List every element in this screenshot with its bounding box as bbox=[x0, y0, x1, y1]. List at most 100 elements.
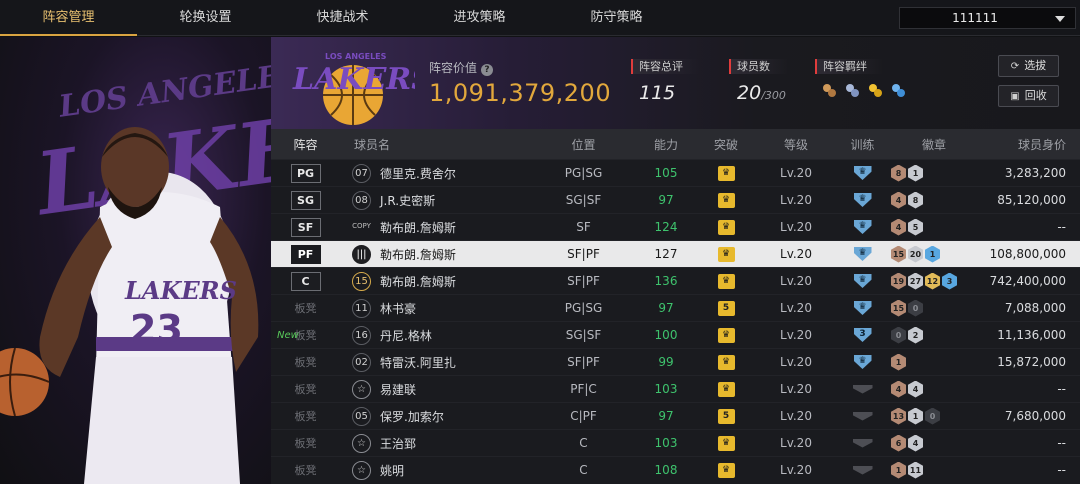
training-cell[interactable]: ♛ bbox=[836, 274, 889, 288]
bond-icon[interactable] bbox=[890, 82, 907, 99]
player-name-cell[interactable]: 07 德里克.费舍尔 bbox=[340, 163, 531, 183]
badges-cell[interactable]: 48 bbox=[889, 191, 979, 209]
slot-bench-label: 板凳 bbox=[294, 356, 317, 369]
col-ability[interactable]: 能力 bbox=[636, 136, 696, 153]
tab-quick-tactics[interactable]: 快捷战术 bbox=[274, 0, 411, 36]
player-name-cell[interactable]: ☆ 王治郅 bbox=[340, 433, 531, 453]
player-name: 保罗.加索尔 bbox=[380, 409, 444, 424]
tab-lineup-management[interactable]: 阵容管理 bbox=[0, 0, 137, 36]
table-row[interactable]: SF COPY 勒布朗.詹姆斯 SF 124 ♛ Lv.20 ♛ 45 -- bbox=[271, 213, 1080, 240]
slot-cell[interactable]: PG bbox=[271, 163, 340, 183]
player-name-cell[interactable]: 02 特雷沃.阿里扎 bbox=[340, 352, 531, 372]
player-name-cell[interactable]: ||| 勒布朗.詹姆斯 bbox=[340, 244, 531, 264]
table-row[interactable]: 板凳 ☆ 易建联 PF|C 103 ♛ Lv.20 44 -- bbox=[271, 375, 1080, 402]
training-cell[interactable]: ♛ bbox=[836, 166, 889, 180]
col-player-value[interactable]: 球员身价 bbox=[979, 136, 1080, 153]
table-row[interactable]: SG 08 J.R.史密斯 SG|SF 97 ♛ Lv.20 ♛ 48 85,1… bbox=[271, 186, 1080, 213]
player-count-value: 20/300 bbox=[729, 82, 789, 104]
badges-cell[interactable]: 15 20 1 bbox=[889, 245, 979, 263]
training-shield-icon: ♛ bbox=[853, 166, 872, 180]
training-cell[interactable] bbox=[836, 411, 889, 421]
account-selector-dropdown[interactable]: 111111 bbox=[899, 7, 1076, 29]
slot-cell[interactable]: 板凳 bbox=[271, 408, 340, 424]
player-name-cell[interactable]: ☆ 易建联 bbox=[340, 379, 531, 399]
jersey-number-badge: ☆ bbox=[352, 460, 371, 480]
jersey-number-badge: 11 bbox=[352, 298, 371, 318]
col-badges[interactable]: 徽章 bbox=[889, 136, 979, 153]
player-name-cell[interactable]: 08 J.R.史密斯 bbox=[340, 190, 531, 210]
badges-cell[interactable]: 13 1 0 bbox=[889, 407, 979, 425]
col-position[interactable]: 位置 bbox=[531, 136, 636, 153]
table-row[interactable]: 板凳 11 林书豪 PG|SG 97 5 Lv.20 ♛ 15 0 7,088,0… bbox=[271, 294, 1080, 321]
badges-cell[interactable]: 02 bbox=[889, 326, 979, 344]
col-level[interactable]: 等级 bbox=[756, 136, 836, 153]
player-position: PG|SG bbox=[564, 166, 603, 180]
slot-cell[interactable]: SF bbox=[271, 217, 340, 237]
table-row[interactable]: PF ||| 勒布朗.詹姆斯 SF|PF 127 ♛ Lv.20 ♛ 15 20 1… bbox=[271, 240, 1080, 267]
badges-cell[interactable]: 15 0 bbox=[889, 299, 979, 317]
slot-position-box: PG bbox=[290, 163, 321, 183]
player-name: 易建联 bbox=[380, 382, 417, 397]
training-cell[interactable]: ♛ bbox=[836, 193, 889, 207]
col-player-name[interactable]: 球员名 bbox=[340, 136, 531, 153]
training-cell[interactable]: ♛ bbox=[836, 247, 889, 261]
player-name-cell[interactable]: 16 丹尼.格林 bbox=[340, 325, 531, 345]
training-cell[interactable] bbox=[836, 465, 889, 475]
slot-cell[interactable]: C bbox=[271, 271, 340, 291]
player-ability: 136 bbox=[654, 274, 678, 288]
training-cell[interactable]: ♛ bbox=[836, 355, 889, 369]
table-row[interactable]: C 15 勒布朗.詹姆斯 SF|PF 136 ♛ Lv.20 ♛ 19 27 12 3… bbox=[271, 267, 1080, 294]
badges-cell[interactable]: 81 bbox=[889, 164, 979, 182]
slot-cell[interactable]: 板凳 bbox=[271, 300, 340, 316]
table-row[interactable]: 板凳 ☆ 姚明 C 108 ♛ Lv.20 1 11 -- bbox=[271, 456, 1080, 483]
training-cell[interactable]: 3 bbox=[836, 328, 889, 342]
breakthrough-cell: ♛ bbox=[696, 327, 756, 343]
slot-cell[interactable]: 板凳 bbox=[271, 462, 340, 478]
training-cell[interactable] bbox=[836, 438, 889, 448]
player-count-label: 球员数 bbox=[729, 59, 789, 74]
player-position: SG|SF bbox=[565, 328, 602, 342]
player-level: Lv.20 bbox=[780, 463, 812, 477]
table-row[interactable]: 板凳 ☆ 王治郅 C 103 ♛ Lv.20 64 -- bbox=[271, 429, 1080, 456]
tab-rotation-settings[interactable]: 轮换设置 bbox=[137, 0, 274, 36]
badges-cell[interactable]: 64 bbox=[889, 434, 979, 452]
player-name: 林书豪 bbox=[380, 301, 417, 316]
help-icon[interactable]: ? bbox=[481, 64, 494, 76]
bond-icon[interactable] bbox=[867, 82, 884, 99]
col-slot[interactable]: 阵容 bbox=[271, 136, 340, 153]
player-name-cell[interactable]: COPY 勒布朗.詹姆斯 bbox=[340, 218, 531, 237]
slot-cell[interactable]: 板凳 bbox=[271, 435, 340, 451]
player-value: -- bbox=[1057, 463, 1066, 477]
table-row[interactable]: 板凳 02 特雷沃.阿里扎 SF|PF 99 ♛ Lv.20 ♛ 1 15,87… bbox=[271, 348, 1080, 375]
badge-hex-icon: 27 bbox=[908, 272, 923, 290]
tab-offense-strategy[interactable]: 进攻策略 bbox=[411, 0, 548, 36]
player-name-cell[interactable]: 11 林书豪 bbox=[340, 298, 531, 318]
slot-cell[interactable]: 板凳 bbox=[271, 354, 340, 370]
recycle-button[interactable]: ▣ 回收 bbox=[998, 85, 1059, 107]
col-breakthrough[interactable]: 突破 bbox=[696, 136, 756, 153]
player-name-cell[interactable]: 15 勒布朗.詹姆斯 bbox=[340, 271, 531, 291]
badges-cell[interactable]: 44 bbox=[889, 380, 979, 398]
training-cell[interactable]: ♛ bbox=[836, 301, 889, 315]
training-cell[interactable] bbox=[836, 384, 889, 394]
player-name-cell[interactable]: 05 保罗.加索尔 bbox=[340, 406, 531, 426]
bond-icon[interactable] bbox=[821, 82, 838, 99]
training-cell[interactable]: ♛ bbox=[836, 220, 889, 234]
badges-cell[interactable]: 1 bbox=[889, 353, 979, 371]
col-training[interactable]: 训练 bbox=[836, 136, 889, 153]
select-players-button[interactable]: ⟳ 选拔 bbox=[998, 55, 1059, 77]
badges-cell[interactable]: 19 27 12 3 bbox=[889, 272, 979, 290]
slot-cell[interactable]: SG bbox=[271, 190, 340, 210]
player-level: Lv.20 bbox=[780, 301, 812, 315]
lakers-logo: LAKERS LOS ANGELES bbox=[292, 52, 415, 125]
bond-icon[interactable] bbox=[844, 82, 861, 99]
badges-cell[interactable]: 45 bbox=[889, 218, 979, 236]
table-row[interactable]: 板凳 05 保罗.加索尔 C|PF 97 5 Lv.20 13 1 0 7,680,… bbox=[271, 402, 1080, 429]
table-row[interactable]: PG 07 德里克.费舍尔 PG|SG 105 ♛ Lv.20 ♛ 81 3,2… bbox=[271, 159, 1080, 186]
badges-cell[interactable]: 1 11 bbox=[889, 461, 979, 479]
slot-cell[interactable]: 板凳 bbox=[271, 381, 340, 397]
slot-cell[interactable]: PF bbox=[271, 244, 340, 264]
table-row[interactable]: New 板凳 16 丹尼.格林 SG|SF 100 ♛ Lv.20 3 02 1… bbox=[271, 321, 1080, 348]
player-name-cell[interactable]: ☆ 姚明 bbox=[340, 460, 531, 480]
tab-defense-strategy[interactable]: 防守策略 bbox=[548, 0, 685, 36]
